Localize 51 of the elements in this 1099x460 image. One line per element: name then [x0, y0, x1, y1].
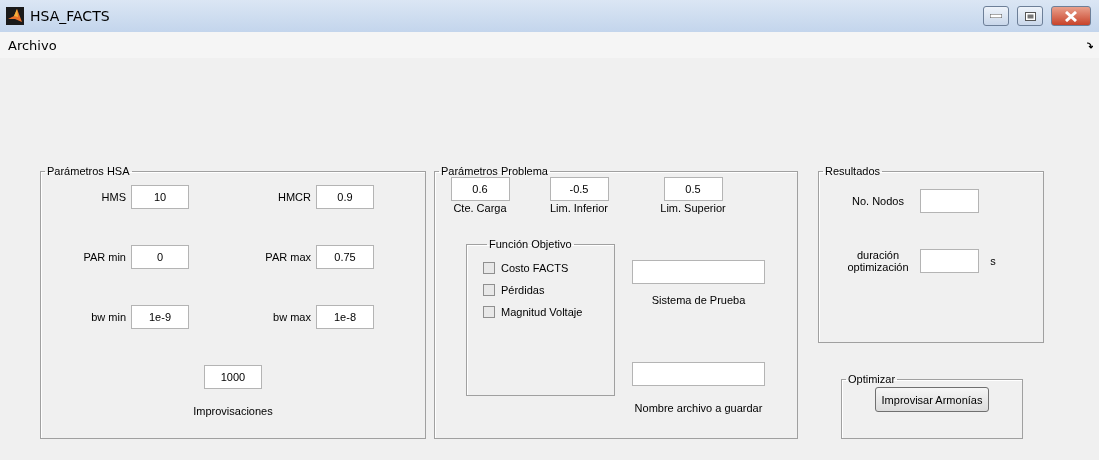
- field-label: Lim. Inferior: [549, 202, 609, 214]
- field-label: No. Nodos: [851, 195, 905, 207]
- input-field[interactable]: -0.5: [549, 177, 609, 201]
- field-label: Cte. Carga: [453, 202, 507, 214]
- checkbox[interactable]: [483, 306, 495, 318]
- field-label: Improvisaciones: [193, 405, 273, 417]
- window-title: HSA_FACTS: [30, 8, 111, 24]
- panel-title: Parámetros HSA: [46, 165, 131, 177]
- field-label: PAR min: [82, 251, 126, 263]
- input-field[interactable]: 10: [131, 185, 189, 209]
- input-field[interactable]: 1000: [204, 365, 262, 389]
- panel-title: Función Objetivo: [488, 238, 573, 250]
- app-logo-icon: [6, 7, 24, 25]
- field-label: Lim. Superior: [660, 202, 726, 214]
- output-field[interactable]: [920, 189, 979, 213]
- input-field[interactable]: [632, 260, 765, 284]
- panel-title: Optimizar: [847, 373, 897, 385]
- input-field[interactable]: 0.5: [663, 177, 723, 201]
- maximize-button[interactable]: [1017, 6, 1043, 26]
- input-field[interactable]: 1e-8: [316, 305, 374, 329]
- input-field[interactable]: 1e-9: [131, 305, 189, 329]
- input-field[interactable]: 0: [131, 245, 189, 269]
- checkbox-label: Magnitud Voltaje: [501, 306, 583, 318]
- field-label: Sistema de Prueba: [651, 294, 746, 306]
- field-label: bw max: [272, 311, 311, 323]
- input-field[interactable]: 0.9: [316, 185, 374, 209]
- panel-title: Resultados: [824, 165, 882, 177]
- panel-title: Parámetros Problema: [440, 165, 549, 177]
- checkbox[interactable]: [483, 284, 495, 296]
- optimize-button[interactable]: Improvisar Armonías: [874, 387, 990, 412]
- field-label: bw min: [90, 311, 126, 323]
- maximize-icon: [1024, 11, 1036, 21]
- field-label: duración optimización: [846, 249, 910, 273]
- minimize-button[interactable]: [983, 6, 1009, 26]
- close-button[interactable]: [1051, 6, 1091, 26]
- menu-item[interactable]: Archivo: [6, 37, 59, 53]
- input-field[interactable]: [632, 362, 765, 386]
- checkbox[interactable]: [483, 262, 495, 274]
- field-label: HMS: [100, 191, 126, 203]
- checkbox-label: Costo FACTS: [501, 262, 569, 274]
- dock-arrow-icon[interactable]: [1086, 41, 1093, 49]
- field-label: PAR max: [264, 251, 311, 263]
- field-label: HMCR: [277, 191, 311, 203]
- input-field[interactable]: 0.75: [316, 245, 374, 269]
- input-field[interactable]: 0.6: [450, 177, 510, 201]
- checkbox-label: Pérdidas: [501, 284, 545, 296]
- output-field[interactable]: [920, 249, 979, 273]
- unit-label: s: [989, 255, 997, 267]
- field-label: Nombre archivo a guardar: [634, 402, 763, 414]
- close-icon: [1065, 10, 1077, 22]
- minimize-icon: [990, 14, 1002, 18]
